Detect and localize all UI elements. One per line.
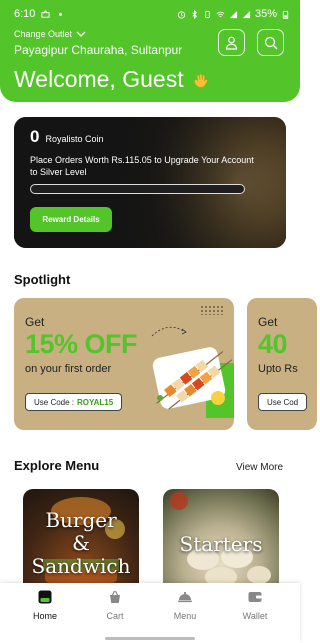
offer-code: ROYAL15 (77, 397, 114, 407)
signal-icon (229, 10, 238, 18)
dot-icon (59, 12, 63, 16)
battery-percent: 35% (254, 8, 277, 20)
offer-code-badge: Use Cod (258, 393, 308, 411)
change-outlet-button[interactable]: Change Outlet (14, 29, 86, 39)
battery-icon (282, 10, 289, 19)
offer-percent: 40 (258, 329, 288, 359)
reward-details-button[interactable]: Reward Details (30, 207, 112, 232)
bluetooth-icon (192, 9, 197, 19)
home-icon (38, 590, 52, 604)
category-label: Starters (179, 532, 263, 556)
view-more-link[interactable]: View More (236, 462, 283, 473)
offer-code-badge: Use Code : ROYAL15 (25, 393, 123, 411)
coin-count: 0 (30, 127, 40, 146)
gesture-bar (105, 637, 195, 640)
reward-card: 0 Royalisto Coin Place Orders Worth Rs.1… (14, 117, 286, 248)
offer-code-label: Use Cod (267, 397, 299, 407)
signal-icon-2 (242, 10, 251, 18)
offer-percent: 15% OFF (25, 329, 138, 359)
spotlight-title: Spotlight (14, 272, 71, 287)
offer-card[interactable]: Get 15% OFF on your first order Use Code… (14, 298, 234, 430)
offer-code-label: Use Code : (34, 397, 75, 407)
outlet-name: Payagipur Chauraha, Sultanpur (14, 43, 183, 57)
waving-hand-icon (193, 73, 208, 88)
vibrate-icon (205, 10, 210, 18)
offer-subtitle: on your first order (25, 363, 112, 375)
app-header: 6:10 35% Change Outlet Payagipur Chaurah… (0, 0, 300, 102)
search-button[interactable] (257, 29, 284, 56)
status-time: 6:10 (14, 8, 36, 20)
status-bar: 6:10 35% (14, 6, 290, 22)
profile-button[interactable] (218, 29, 245, 56)
cart-icon (110, 590, 120, 603)
level-progress-bar (30, 184, 245, 194)
paneer-tikka-image (151, 326, 234, 418)
category-burger-sandwich[interactable]: Burger & Sandwich (23, 489, 139, 589)
nav-home-label: Home (32, 611, 57, 621)
search-icon (264, 36, 277, 49)
category-label-amp: & (72, 531, 90, 555)
offer-card-2[interactable]: Get 40 Upto Rs Use Cod (247, 298, 317, 430)
nav-cart-label: Cart (106, 611, 124, 621)
category-label-2: Sandwich (31, 554, 131, 578)
wallet-icon (248, 592, 262, 602)
nav-menu[interactable]: Menu (155, 589, 215, 621)
notification-icon (41, 9, 50, 18)
welcome-heading: Welcome, Guest (14, 66, 210, 93)
user-icon (225, 36, 238, 50)
change-outlet-label: Change Outlet (14, 29, 73, 39)
explore-menu-title: Explore Menu (14, 458, 100, 473)
bottom-navigation: Home Cart Menu Wallet (0, 583, 300, 643)
alarm-icon (177, 10, 186, 19)
nav-home[interactable]: Home (15, 589, 75, 621)
offer-subtitle: Upto Rs (258, 363, 298, 375)
chevron-down-icon (76, 31, 86, 37)
nav-cart[interactable]: Cart (85, 589, 145, 621)
nav-wallet[interactable]: Wallet (225, 589, 285, 621)
category-label: Burger (45, 508, 117, 532)
welcome-text: Welcome, Guest (14, 66, 184, 92)
coin-label: Royalisto Coin (45, 134, 104, 144)
reward-message: Place Orders Worth Rs.115.05 to Upgrade … (30, 155, 254, 177)
offer-get-label: Get (258, 315, 278, 329)
decorative-dots (200, 305, 224, 315)
nav-menu-label: Menu (173, 611, 197, 621)
cloche-icon (178, 591, 192, 603)
nav-wallet-label: Wallet (242, 611, 268, 621)
offer-get-label: Get (25, 315, 45, 329)
category-starters[interactable]: Starters (163, 489, 279, 589)
wifi-icon (216, 11, 225, 17)
